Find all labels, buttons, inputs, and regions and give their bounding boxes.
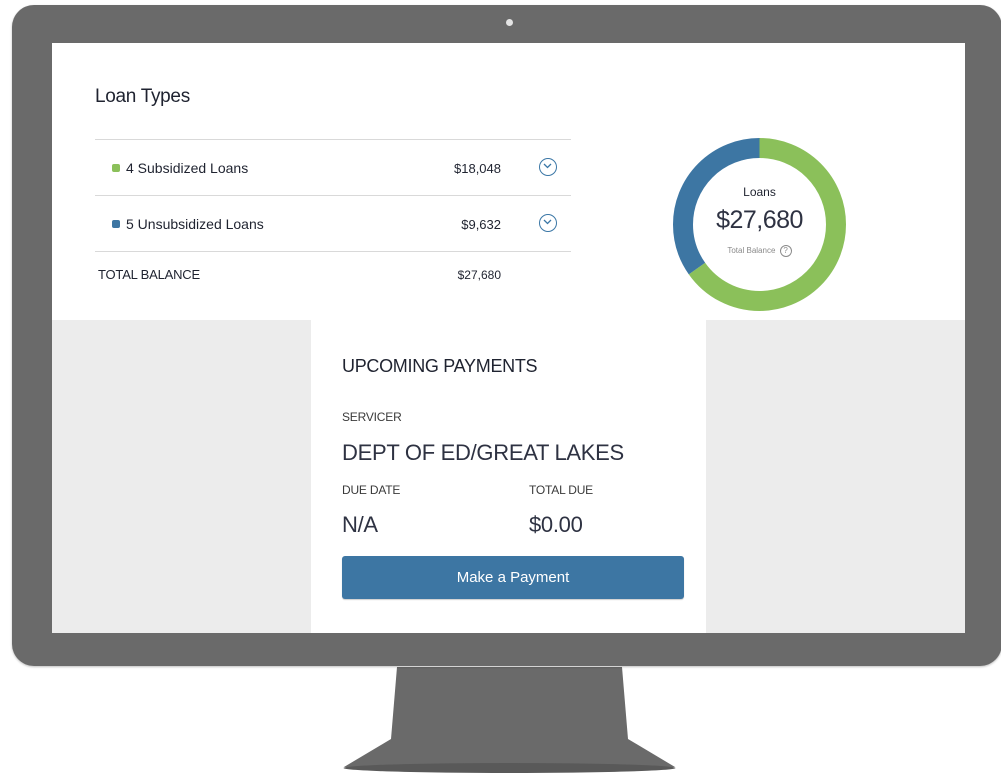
loan-row-unsubsidized[interactable]: 5 Unsubsidized Loans $9,632 (95, 195, 571, 251)
donut-title: Loans (743, 185, 776, 199)
upcoming-payments-card: UPCOMING PAYMENTS SERVICER DEPT OF ED/GR… (311, 320, 706, 633)
loan-label: 4 Subsidized Loans (126, 160, 249, 176)
due-date-value: N/A (342, 512, 378, 537)
loan-table: 4 Subsidized Loans $18,048 5 Unsubsidize… (95, 139, 571, 292)
donut-total-value: $27,680 (716, 206, 803, 234)
legend-dot-icon (112, 220, 120, 228)
total-balance-amount: $27,680 (457, 268, 501, 282)
total-balance-label: TOTAL BALANCE (98, 267, 200, 282)
total-balance-row: TOTAL BALANCE $27,680 (95, 251, 571, 292)
make-payment-button[interactable]: Make a Payment (342, 556, 684, 599)
due-date-label: DUE DATE (342, 483, 401, 497)
donut-subtitle: Total Balance (727, 246, 776, 256)
loan-amount: $18,048 (454, 161, 501, 176)
monitor-frame: Loan Types 4 Subsidized Loans $18,048 5 … (12, 5, 1001, 666)
section-title: Loan Types (95, 86, 190, 107)
upcoming-payments-title: UPCOMING PAYMENTS (342, 356, 538, 376)
loans-donut-chart: Loans $27,680 Total Balance ? (672, 137, 847, 312)
chevron-down-icon[interactable] (539, 158, 557, 176)
loan-types-panel: Loan Types 4 Subsidized Loans $18,048 5 … (52, 43, 965, 320)
servicer-value: DEPT OF ED/GREAT LAKES (342, 440, 624, 465)
donut-subtitle-row: Total Balance ? (672, 245, 847, 257)
camera-icon (506, 19, 513, 26)
loan-amount: $9,632 (461, 217, 501, 232)
screen: Loan Types 4 Subsidized Loans $18,048 5 … (52, 43, 965, 633)
chevron-down-icon[interactable] (539, 214, 557, 232)
help-icon[interactable]: ? (779, 245, 792, 257)
total-due-label: TOTAL DUE (529, 483, 593, 497)
loan-label: 5 Unsubsidized Loans (126, 216, 264, 232)
servicer-label: SERVICER (342, 410, 402, 424)
loan-row-subsidized[interactable]: 4 Subsidized Loans $18,048 (95, 139, 571, 195)
total-due-value: $0.00 (529, 512, 583, 537)
monitor-stand (343, 667, 676, 773)
legend-dot-icon (112, 164, 120, 172)
